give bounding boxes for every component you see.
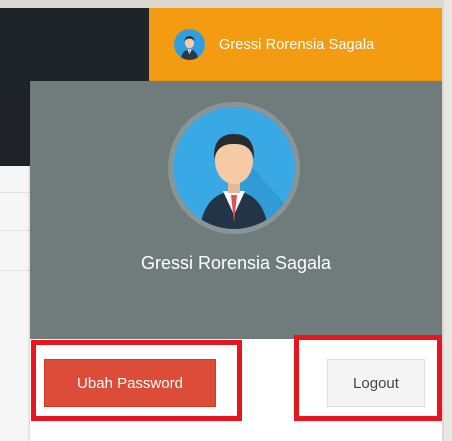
user-header: Gressi Rorensia Sagala <box>30 81 442 339</box>
user-avatar-icon <box>168 102 300 234</box>
user-dropdown-menu: Gressi Rorensia Sagala Ubah Password Log… <box>30 81 442 441</box>
user-name: Gressi Rorensia Sagala <box>219 36 375 53</box>
change-password-button[interactable]: Ubah Password <box>44 359 216 407</box>
user-menu-toggle[interactable]: Gressi Rorensia Sagala <box>149 8 442 81</box>
logout-button[interactable]: Logout <box>327 359 425 407</box>
user-header-name: Gressi Rorensia Sagala <box>140 253 332 273</box>
user-avatar-icon <box>174 29 205 60</box>
user-footer: Ubah Password Logout <box>30 339 442 441</box>
page-edge <box>444 0 452 441</box>
